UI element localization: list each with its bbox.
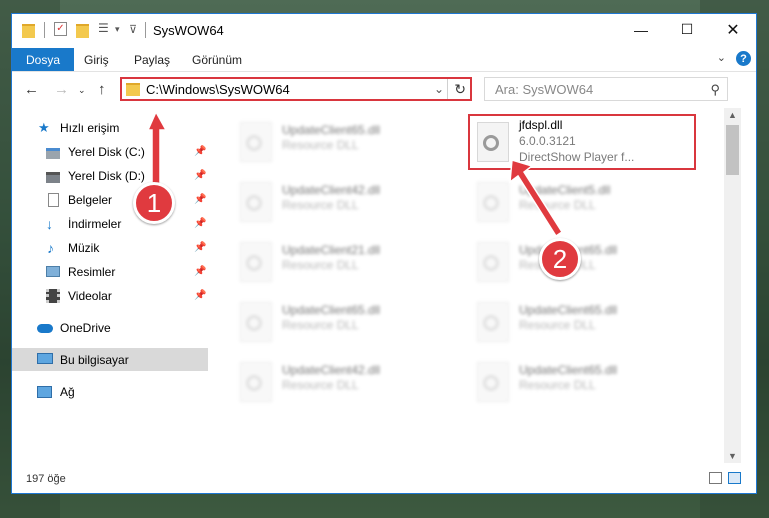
annotation-badge-2: 2 — [539, 238, 581, 280]
annotation-arrows — [146, 110, 564, 238]
arrow-2 — [509, 159, 564, 238]
arrow-1 — [146, 110, 168, 189]
annotation-badge-1: 1 — [133, 182, 175, 224]
